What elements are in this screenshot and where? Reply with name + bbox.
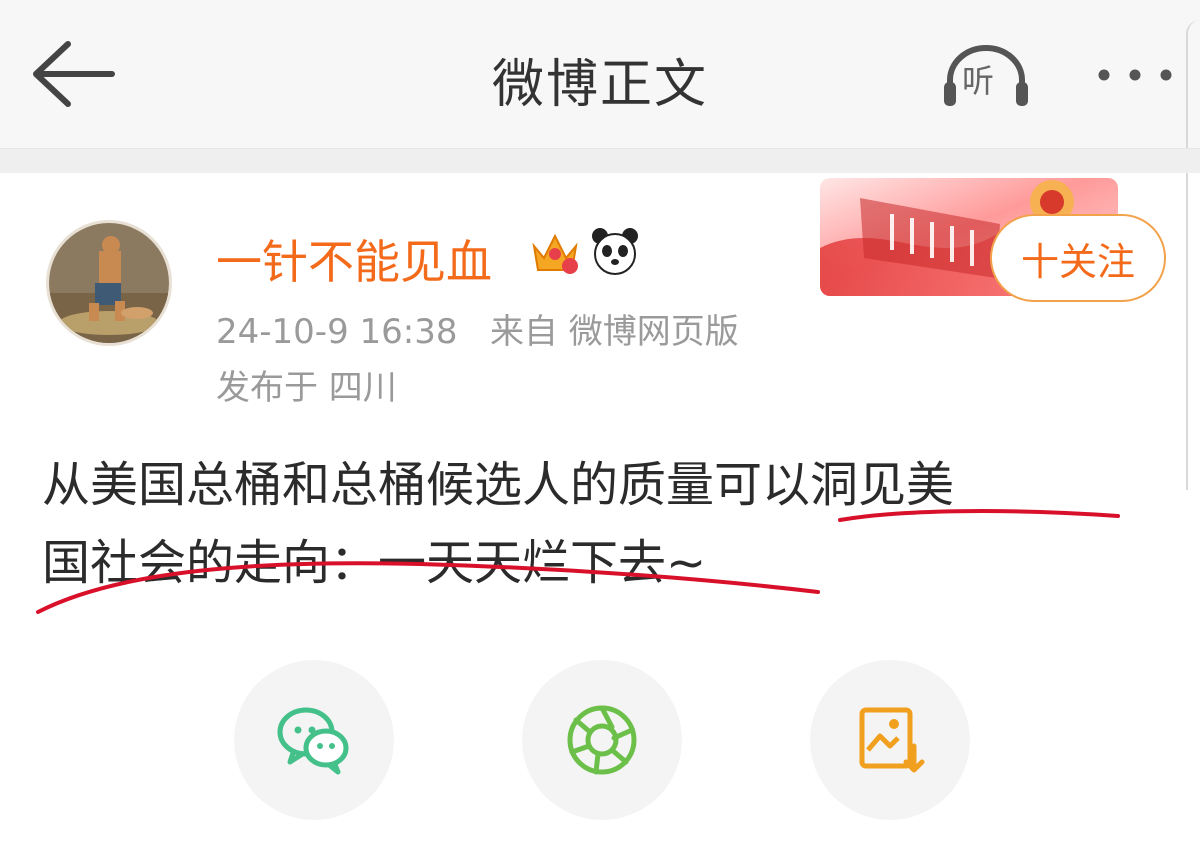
listen-label: 听 [962,62,995,100]
follow-button[interactable]: 十关注 [990,214,1166,302]
more-dots-icon [1098,69,1172,81]
post-content: 从美国总桶和总桶候选人的质量可以洞见美 国社会的走向：一天天烂下去~ [42,446,1142,602]
top-bar: 微博正文 听 [0,0,1200,490]
section-divider [0,148,1200,173]
post-location: 发布于 四川 [216,368,397,408]
more-button[interactable] [1090,60,1180,90]
wechat-icon [277,707,349,775]
panda-icon [590,226,640,276]
post-text-line-2: 国社会的走向：一天天烂下去~ [42,535,707,591]
post-meta: 24-10-9 16:38 来自 微博网页版 [216,304,739,353]
post-time: 24-10-9 16:38 [216,312,458,352]
follow-label: 十关注 [1020,239,1135,284]
save-image-icon [859,707,925,773]
crown-icon [528,228,582,278]
post-text-line-1: 从美国总桶和总桶候选人的质量可以洞见美 [42,457,955,513]
post-source: 来自 微博网页版 [489,312,739,352]
moments-icon [567,705,637,775]
share-wechat-button[interactable] [234,660,394,820]
author-name[interactable]: 一针不能见血 [216,226,492,292]
listen-button[interactable]: 听 [940,44,1032,110]
share-moments-button[interactable] [522,660,682,820]
avatar[interactable] [46,220,172,346]
scroll-edge [1186,20,1200,490]
save-image-button[interactable] [810,660,970,820]
